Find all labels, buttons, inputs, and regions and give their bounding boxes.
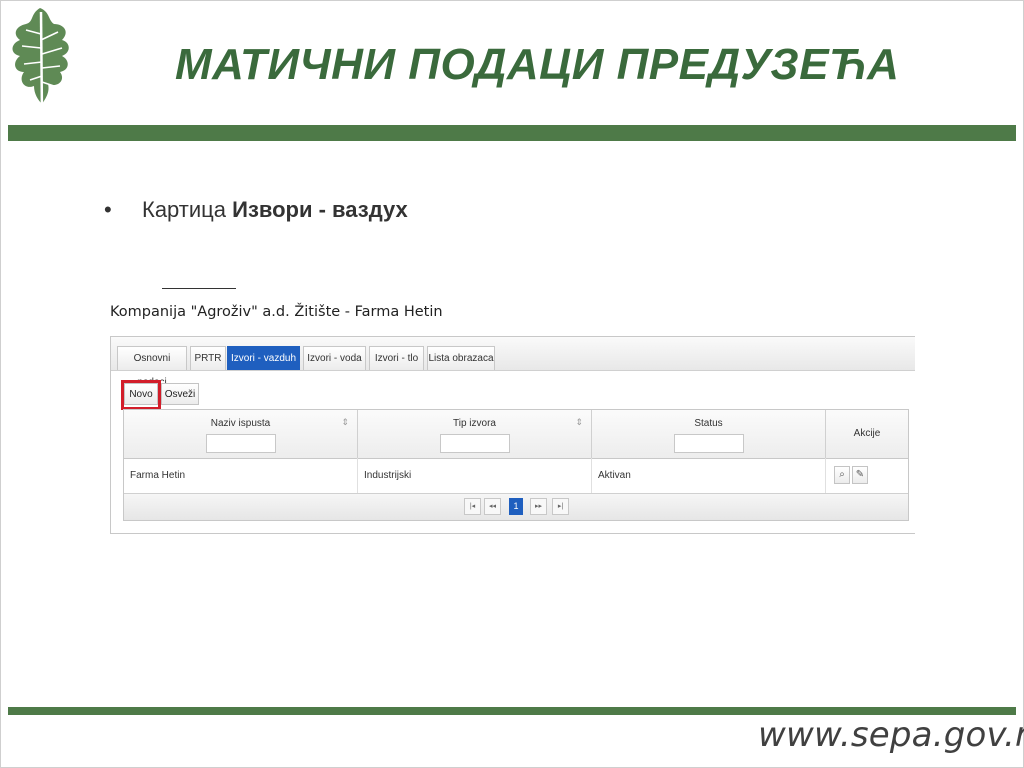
company-title: Kompanija "Agroživ" a.d. Žitište - Farma… xyxy=(110,304,443,320)
sort-icon[interactable]: ⇕ xyxy=(575,417,583,428)
column-tip-izvora[interactable]: Tip izvora ⇕ xyxy=(358,410,592,458)
tab-bar: Osnovni podaci PRTR Izvori - vazduh Izvo… xyxy=(111,337,915,388)
filter-status-input[interactable] xyxy=(674,434,744,453)
bullet-dot: • xyxy=(104,197,112,222)
refresh-button[interactable]: Osveži xyxy=(161,383,199,405)
slide-title: МАТИЧНИ ПОДАЦИ ПРЕДУЗЕЋА xyxy=(175,40,900,89)
first-page-icon[interactable]: |◂ xyxy=(464,498,481,515)
sources-table: Naziv ispusta ⇕ Tip izvora ⇕ Status Akci… xyxy=(123,409,909,521)
tab-izvori-vazduh[interactable]: Izvori - vazduh xyxy=(227,346,300,370)
bullet-bold-text: Извори - ваздух xyxy=(232,197,408,222)
table-row: Farma Hetin Industrijski Aktivan ⌕ ✎ xyxy=(124,458,908,494)
footer-url: www.sepa.gov.rs xyxy=(758,715,1024,755)
highlight-box xyxy=(121,380,161,410)
pencil-icon[interactable]: ✎ xyxy=(852,466,868,484)
tab-prtr[interactable]: PRTR xyxy=(190,346,226,370)
table-header: Naziv ispusta ⇕ Tip izvora ⇕ Status Akci… xyxy=(124,410,908,459)
tab-izvori-voda[interactable]: Izvori - voda xyxy=(303,346,366,370)
decorative-underline xyxy=(162,288,236,289)
last-page-icon[interactable]: ▸| xyxy=(552,498,569,515)
tab-lista-obrazaca[interactable]: Lista obrazaca xyxy=(427,346,495,370)
bullet-prefix: Картица xyxy=(142,197,233,222)
tab-osnovni-podaci[interactable]: Osnovni podaci xyxy=(117,346,187,388)
cell-actions: ⌕ ✎ xyxy=(826,458,908,493)
filter-tip-input[interactable] xyxy=(440,434,510,453)
column-label: Akcije xyxy=(853,428,881,439)
filter-naziv-input[interactable] xyxy=(206,434,276,453)
cell-naziv: Farma Hetin xyxy=(124,458,358,493)
column-label: Tip izvora xyxy=(453,418,496,429)
header-band xyxy=(8,125,1016,141)
footer-band xyxy=(8,707,1016,715)
tab-panel: Osnovni podaci PRTR Izvori - vazduh Izvo… xyxy=(110,336,915,534)
column-akcije: Akcije xyxy=(826,410,908,458)
oak-leaf-logo xyxy=(12,8,69,117)
tab-izvori-tlo[interactable]: Izvori - tlo xyxy=(369,346,424,370)
cell-tip: Industrijski xyxy=(358,458,592,493)
search-icon[interactable]: ⌕ xyxy=(834,466,850,484)
column-label: Naziv ispusta xyxy=(210,418,271,429)
next-page-icon[interactable]: ▸▸ xyxy=(530,498,547,515)
prev-page-icon[interactable]: ◂◂ xyxy=(484,498,501,515)
pager: |◂ ◂◂ 1 ▸▸ ▸| xyxy=(124,494,908,520)
column-naziv-ispusta[interactable]: Naziv ispusta ⇕ xyxy=(124,410,358,458)
cell-status: Aktivan xyxy=(592,458,826,493)
page-1-button[interactable]: 1 xyxy=(509,498,523,515)
column-status: Status xyxy=(592,410,826,458)
column-label: Status xyxy=(694,418,723,429)
bullet-item: • Картица Извори - ваздух xyxy=(104,197,408,223)
app-screenshot: Kompanija "Agroživ" a.d. Žitište - Farma… xyxy=(108,284,916,536)
sort-icon[interactable]: ⇕ xyxy=(341,417,349,428)
